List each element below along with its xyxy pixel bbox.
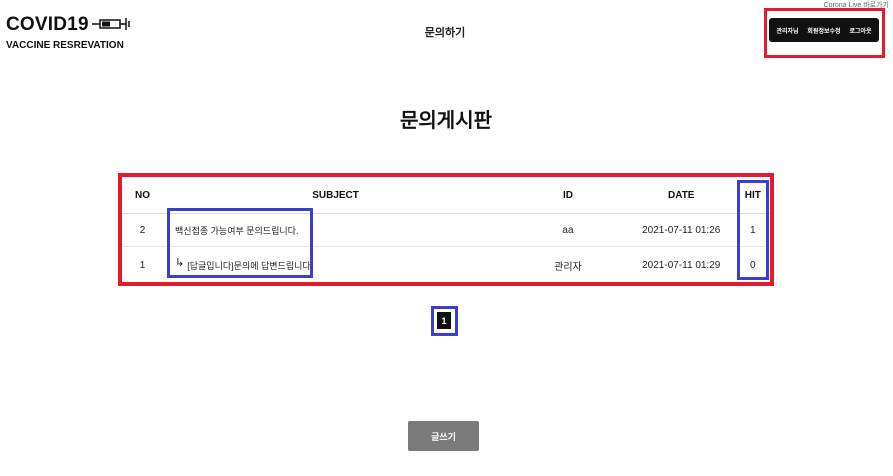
page-title: 문의게시판: [400, 110, 492, 132]
row-id: 관리자: [554, 261, 582, 273]
page-1-button[interactable]: 1: [437, 312, 451, 329]
logo-title: COVID19: [6, 14, 89, 35]
logout-link[interactable]: 로그아웃: [849, 26, 871, 35]
column-header-date: DATE: [626, 177, 736, 214]
row-date: 2021-07-11 01:29: [642, 259, 721, 271]
row-no: 1: [139, 259, 146, 271]
edit-profile-link[interactable]: 회원정보수정: [807, 26, 840, 35]
hit-column-highlight: [737, 180, 769, 280]
site-logo[interactable]: COVID19 VACCINE RESREVATION: [6, 14, 146, 54]
column-header-no: NO: [122, 177, 164, 214]
subject-highlight: [167, 208, 313, 278]
logo-subtitle: VACCINE RESREVATION: [6, 40, 124, 51]
syringe-icon: [92, 18, 130, 30]
admin-link[interactable]: 관리자님: [776, 26, 798, 35]
row-no: 2: [122, 213, 164, 247]
user-menu: 관리자님 회원정보수정 로그아웃: [769, 18, 879, 42]
row-date: 2021-07-11 01:26: [626, 213, 736, 247]
write-post-button[interactable]: 글쓰기: [408, 421, 479, 451]
row-id: aa: [509, 213, 627, 247]
column-header-id: ID: [509, 177, 627, 214]
nav-inquiry-link[interactable]: 문의하기: [410, 24, 480, 40]
